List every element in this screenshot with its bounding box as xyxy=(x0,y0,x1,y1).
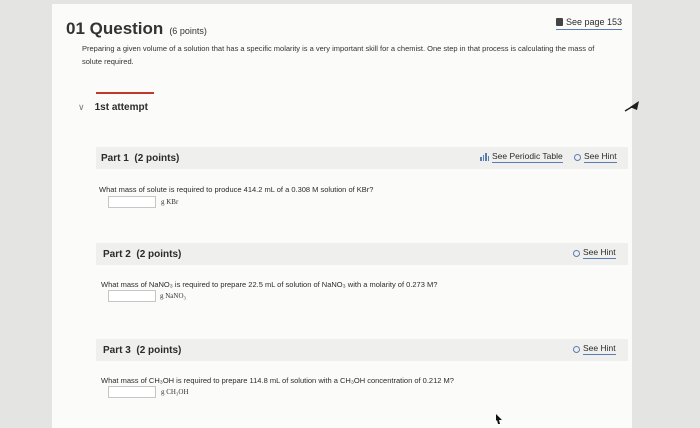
part-3-hint-link[interactable]: See Hint xyxy=(573,343,616,355)
mouse-cursor-icon xyxy=(496,414,502,424)
attempt-label: 1st attempt xyxy=(94,102,148,113)
question-header: 01 Question (6 points) xyxy=(66,19,207,39)
part-1-answer-input[interactable] xyxy=(108,196,156,208)
part-2-prompt: What mass of NaNO₃ is required to prepar… xyxy=(101,280,438,289)
book-icon xyxy=(556,18,563,26)
part-1-hint-link[interactable]: See Hint xyxy=(574,151,617,163)
periodic-table-label: See Periodic Table xyxy=(492,151,563,163)
part-1-prompt: What mass of solute is required to produ… xyxy=(99,185,374,194)
see-page-label: See page 153 xyxy=(566,17,623,27)
hint-label: See Hint xyxy=(583,247,616,259)
see-page-link[interactable]: See page 153 xyxy=(556,17,623,30)
part-1-unit: g KBr xyxy=(161,198,179,206)
question-text: Preparing a given volume of a solution t… xyxy=(82,44,595,66)
question-points: (6 points) xyxy=(169,26,207,36)
arrow-up-icon[interactable] xyxy=(622,96,646,114)
bar-chart-icon xyxy=(480,153,489,161)
lightbulb-hint-icon xyxy=(573,249,580,257)
part-1-title: Part 1 (2 points) xyxy=(101,153,180,164)
hint-label: See Hint xyxy=(584,151,617,163)
lightbulb-hint-icon xyxy=(574,153,581,161)
attempt-toggle[interactable]: ∨ 1st attempt xyxy=(78,102,148,113)
lightbulb-hint-icon xyxy=(573,345,580,353)
see-periodic-table-link[interactable]: See Periodic Table xyxy=(480,151,563,163)
question-title: 01 Question xyxy=(66,19,164,38)
part-3-unit: g CH₃OH xyxy=(161,388,189,396)
chevron-down-icon[interactable]: ∨ xyxy=(78,102,85,113)
attempt-accent-line xyxy=(96,92,154,94)
part-3-prompt: What mass of CH₃OH is required to prepar… xyxy=(101,376,454,385)
part-2-unit: g NaNO₃ xyxy=(160,292,186,300)
part-2-answer-input[interactable] xyxy=(108,290,156,302)
part-3-answer-input[interactable] xyxy=(108,386,156,398)
part-2-hint-link[interactable]: See Hint xyxy=(573,247,616,259)
part-3-title: Part 3 (2 points) xyxy=(103,345,182,356)
hint-label: See Hint xyxy=(583,343,616,355)
part-2-title: Part 2 (2 points) xyxy=(103,249,182,260)
